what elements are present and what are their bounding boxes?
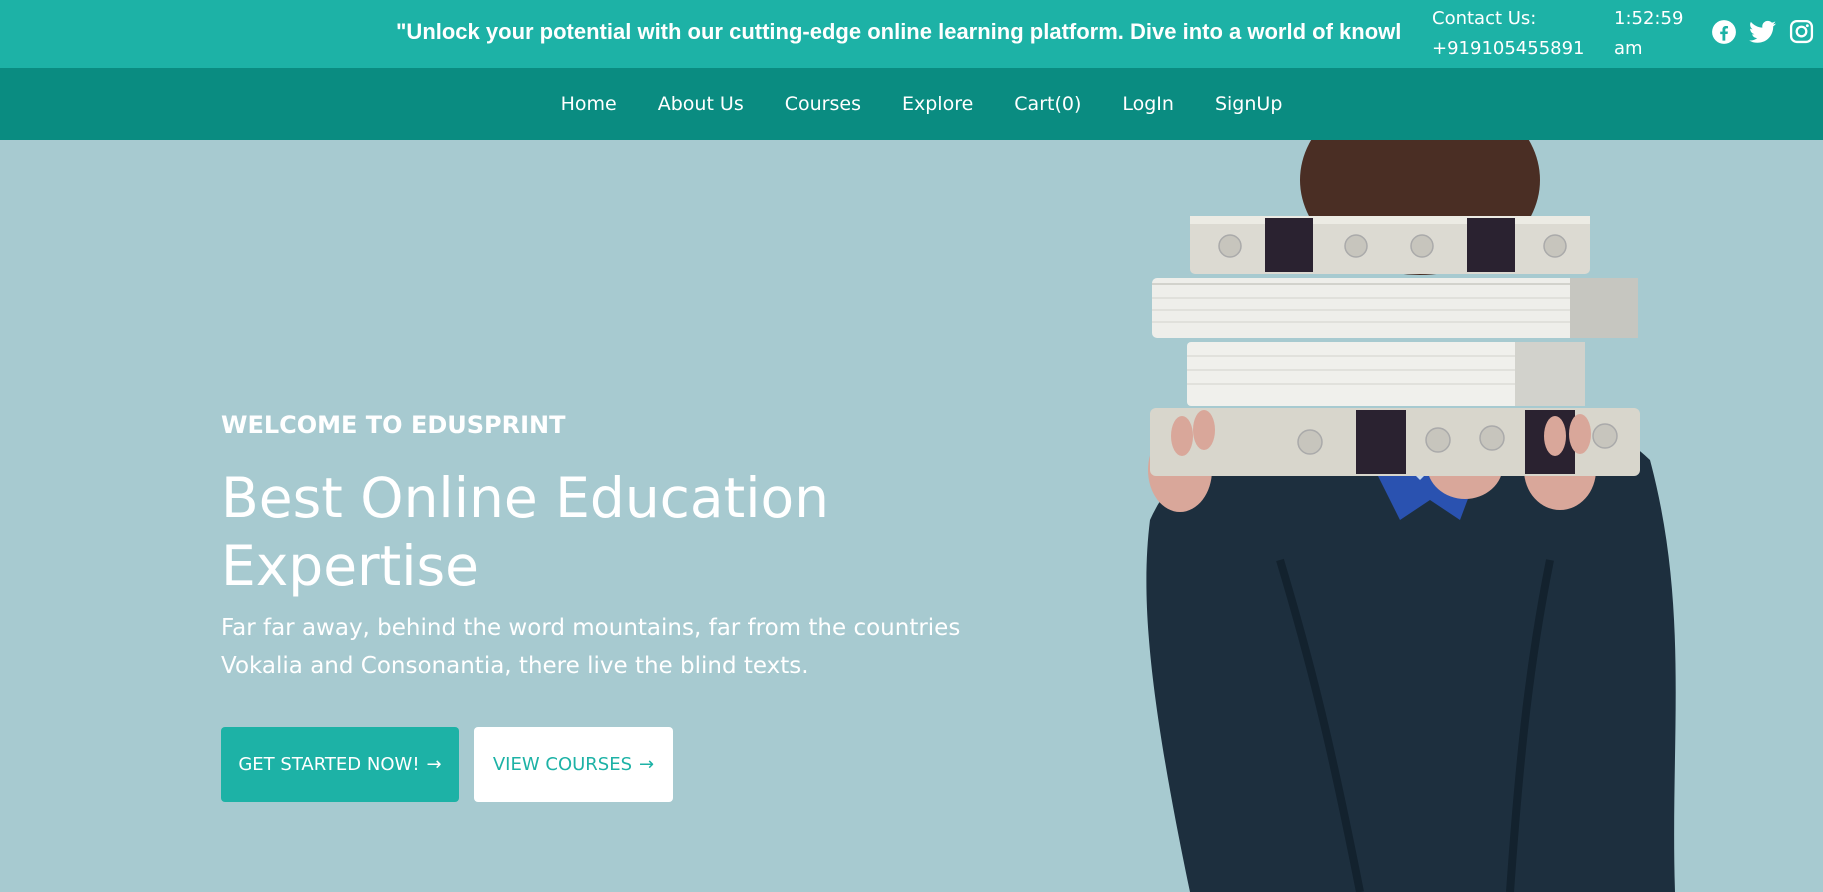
nav-signup[interactable]: SignUp	[1215, 93, 1282, 115]
arrow-right-icon: →	[639, 754, 655, 775]
hero-description: Far far away, behind the word mountains,…	[221, 615, 961, 679]
hero-headline: Best Online Education Expertise	[221, 464, 941, 600]
clock: 1:52:59 am	[1614, 4, 1694, 64]
arrow-right-icon: →	[426, 754, 442, 775]
clock-time: 1:52:59	[1614, 8, 1684, 29]
instagram-icon[interactable]	[1788, 18, 1815, 45]
hero-headline-line2: Expertise	[221, 534, 480, 598]
nav-about-us[interactable]: About Us	[658, 93, 744, 115]
view-courses-label: VIEW COURSES	[492, 754, 633, 775]
nav-home[interactable]: Home	[561, 93, 617, 115]
get-started-button[interactable]: GET STARTED NOW! →	[221, 727, 459, 802]
top-bar: "Unlock your potential with our cutting-…	[0, 0, 1823, 68]
person-holding-books-icon	[1146, 140, 1676, 892]
nav-links: Home About Us Courses Explore Cart(0) Lo…	[0, 68, 1823, 140]
main-navbar: Home About Us Courses Explore Cart(0) Lo…	[0, 68, 1823, 140]
contact-info: Contact Us: +919105455891	[1432, 4, 1592, 64]
hero-headline-line1: Best Online Education	[221, 466, 829, 530]
facebook-icon[interactable]	[1710, 18, 1737, 45]
social-links	[1710, 18, 1815, 45]
nav-explore[interactable]: Explore	[902, 93, 973, 115]
nav-login[interactable]: LogIn	[1122, 93, 1174, 115]
contact-label: Contact Us:	[1432, 8, 1537, 29]
twitter-icon[interactable]	[1749, 18, 1776, 45]
get-started-label: GET STARTED NOW!	[238, 754, 420, 775]
hero-section: WELCOME TO EDUSPRINT Best Online Educati…	[0, 140, 1823, 892]
nav-cart[interactable]: Cart(0)	[1014, 93, 1081, 115]
announcement-marquee: "Unlock your potential with our cutting-…	[0, 0, 1432, 68]
marquee-text: "Unlock your potential with our cutting-…	[396, 19, 1402, 44]
view-courses-button[interactable]: VIEW COURSES →	[474, 727, 673, 802]
clock-suffix: am	[1614, 38, 1643, 59]
contact-phone[interactable]: +919105455891	[1432, 34, 1592, 64]
nav-courses[interactable]: Courses	[785, 93, 861, 115]
hero-eyebrow: WELCOME TO EDUSPRINT	[221, 411, 566, 439]
